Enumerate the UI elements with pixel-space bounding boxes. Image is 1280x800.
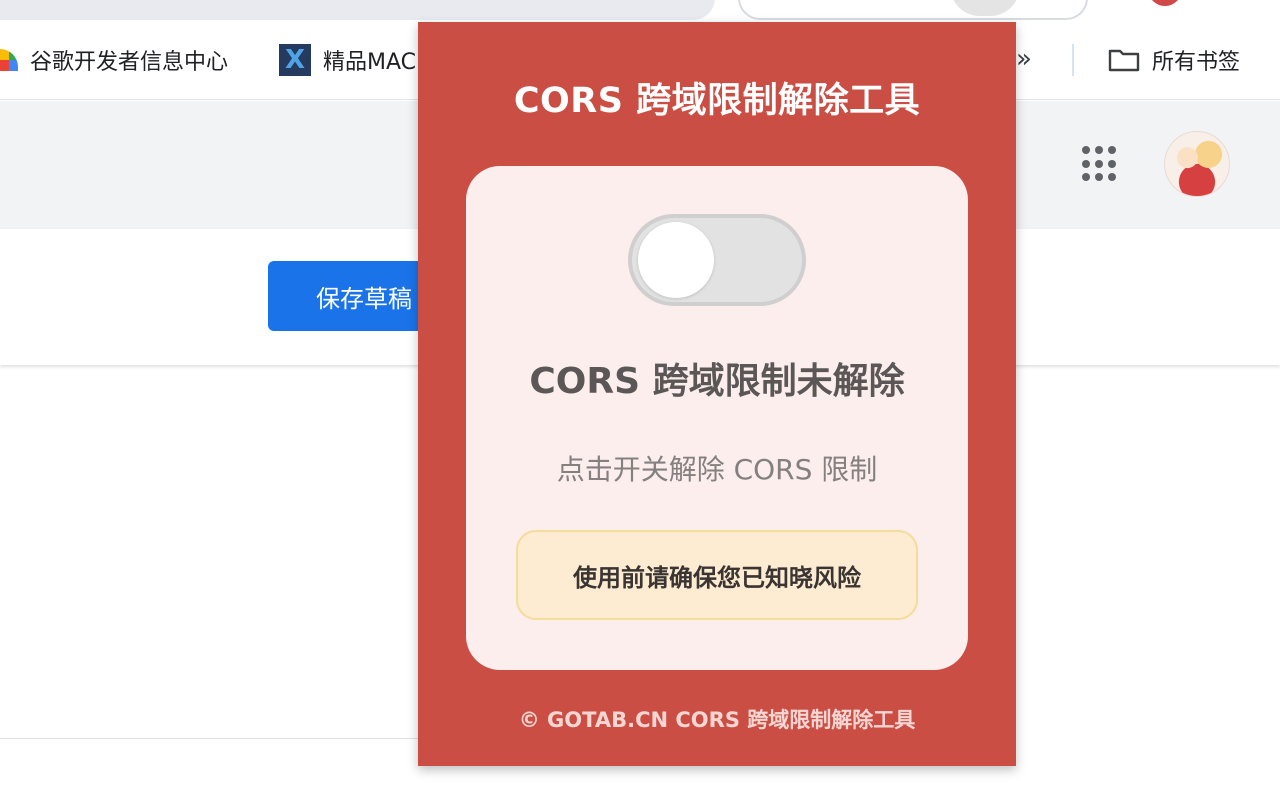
popup-title: CORS 跨域限制解除工具	[513, 81, 921, 121]
warning-text: 使用前请确保您已知晓风险	[573, 563, 861, 592]
bookmarks-overflow-button[interactable]: »	[1016, 44, 1032, 74]
popup-card: CORS 跨域限制未解除 点击开关解除 CORS 限制 使用前请确保您已知晓风险	[466, 166, 968, 670]
apps-grid-icon[interactable]	[1082, 146, 1118, 182]
toggle-knob	[638, 222, 714, 298]
all-bookmarks-button[interactable]: 所有书签	[1108, 38, 1240, 82]
bookmark-label: 精品MAC	[323, 50, 417, 75]
x-logo-icon: X	[279, 44, 311, 76]
folder-icon	[1108, 49, 1140, 72]
warning-box: 使用前请确保您已知晓风险	[516, 530, 918, 620]
rainbow-icon	[0, 49, 18, 71]
status-text: CORS 跨域限制未解除	[529, 361, 905, 402]
avatar[interactable]	[1164, 131, 1230, 197]
address-bar[interactable]	[0, 0, 715, 20]
hint-text: 点击开关解除 CORS 限制	[556, 453, 878, 486]
bookmarks-divider	[1072, 44, 1074, 76]
bookmark-item[interactable]: X 精品MAC	[279, 38, 416, 82]
divider	[0, 738, 420, 739]
cors-extension-popup: CORS 跨域限制解除工具 CORS 跨域限制未解除 点击开关解除 CORS 限…	[418, 22, 1016, 766]
all-bookmarks-label: 所有书签	[1152, 50, 1241, 75]
toolbar-pill[interactable]	[738, 0, 1088, 20]
cors-toggle-switch[interactable]	[628, 214, 806, 306]
bookmark-label: 谷歌开发者信息中心	[30, 50, 229, 75]
bookmark-item[interactable]: 谷歌开发者信息中心	[0, 38, 228, 82]
popup-footer: © GOTAB.CN CORS 跨域限制解除工具	[518, 708, 916, 732]
